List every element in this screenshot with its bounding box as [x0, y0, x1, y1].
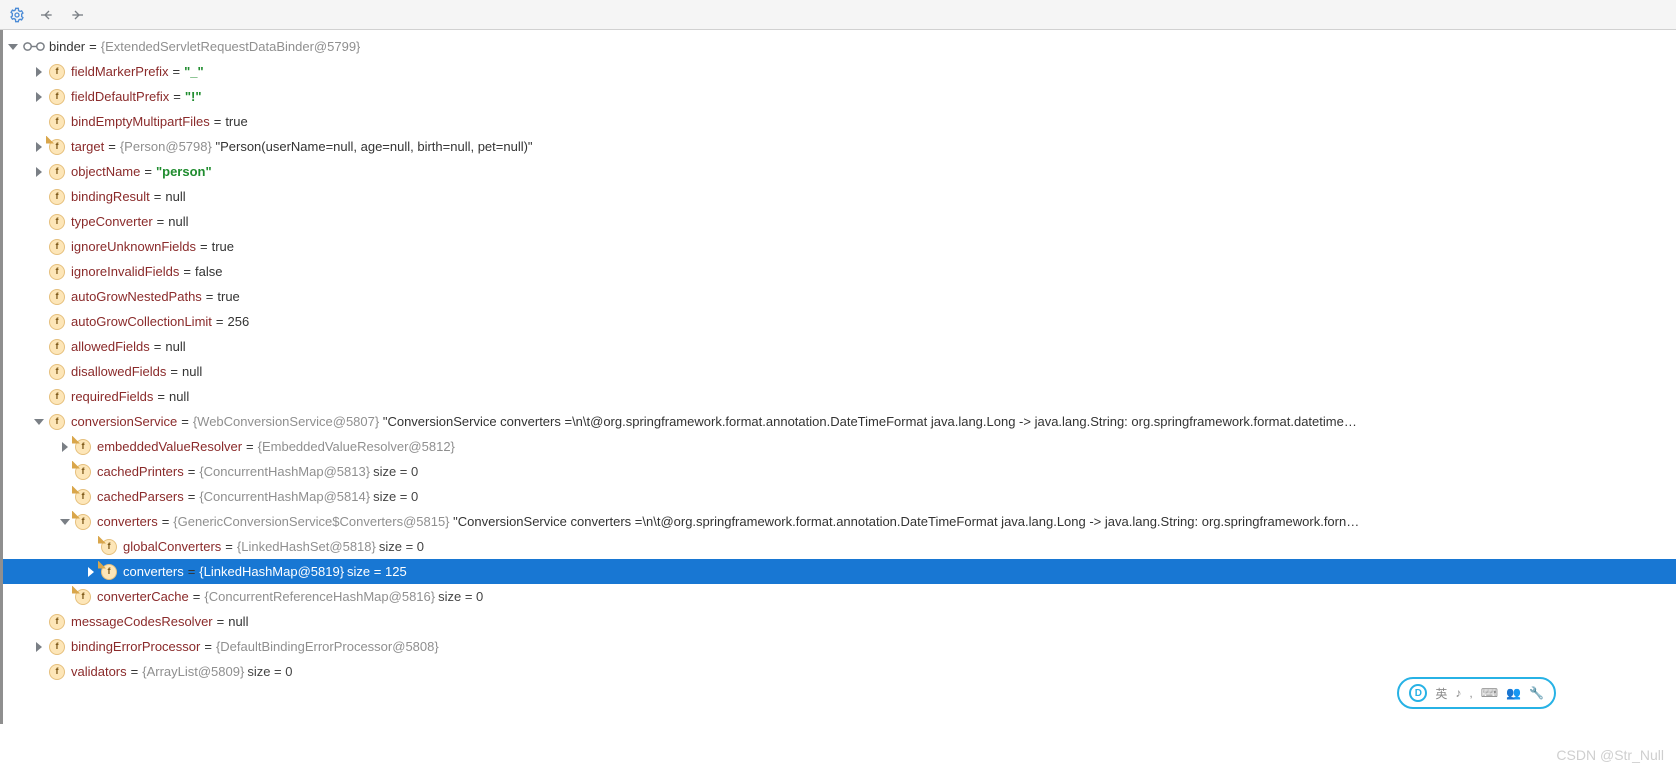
tree-node-conversionService[interactable]: f conversionService = {WebConversionServ… — [3, 409, 1676, 434]
field-icon: f — [49, 64, 65, 80]
field-icon: f — [49, 614, 65, 630]
debug-toolbar — [0, 0, 1676, 30]
field-icon: f — [49, 89, 65, 105]
watermark: CSDN @Str_Null — [1556, 747, 1664, 763]
tree-node-bindingResult[interactable]: f bindingResult = null — [3, 184, 1676, 209]
tree-node-converters-map[interactable]: f converters = {LinkedHashMap@5819} size… — [3, 559, 1676, 584]
tree-node-allowedFields[interactable]: f allowedFields = null — [3, 334, 1676, 359]
expand-arrow-icon[interactable] — [55, 519, 75, 525]
ime-item-keyboard-icon[interactable]: ⌨ — [1481, 686, 1498, 700]
field-icon: f — [101, 539, 117, 555]
field-icon: f — [49, 189, 65, 205]
variables-tree: binder = {ExtendedServletRequestDataBind… — [0, 30, 1676, 724]
expand-arrow-icon[interactable] — [29, 642, 49, 652]
field-icon: f — [49, 414, 65, 430]
field-icon: f — [49, 214, 65, 230]
tree-node-converters-outer[interactable]: f converters = {GenericConversionService… — [3, 509, 1676, 534]
tree-node-bindingErrorProcessor[interactable]: f bindingErrorProcessor = {DefaultBindin… — [3, 634, 1676, 659]
field-icon: f — [49, 364, 65, 380]
field-icon: f — [75, 439, 91, 455]
tree-node-converterCache[interactable]: f converterCache = {ConcurrentReferenceH… — [3, 584, 1676, 609]
tree-node-ignoreUnknownFields[interactable]: f ignoreUnknownFields = true — [3, 234, 1676, 259]
field-icon: f — [49, 114, 65, 130]
field-icon: f — [49, 314, 65, 330]
expand-arrow-icon[interactable] — [29, 167, 49, 177]
field-icon: f — [75, 464, 91, 480]
field-icon: f — [49, 664, 65, 680]
variable-type: {ExtendedServletRequestDataBinder@5799} — [101, 34, 361, 59]
tree-node-embeddedValueResolver[interactable]: f embeddedValueResolver = {EmbeddedValue… — [3, 434, 1676, 459]
tree-node-disallowedFields[interactable]: f disallowedFields = null — [3, 359, 1676, 384]
field-icon: f — [101, 564, 117, 580]
ime-item-punct[interactable]: , — [1469, 686, 1472, 700]
glasses-icon — [23, 39, 45, 55]
tree-node-globalConverters[interactable]: f globalConverters = {LinkedHashSet@5818… — [3, 534, 1676, 559]
field-icon: f — [49, 264, 65, 280]
field-icon: f — [49, 139, 65, 155]
expand-arrow-icon[interactable] — [29, 67, 49, 77]
tree-node-requiredFields[interactable]: f requiredFields = null — [3, 384, 1676, 409]
ime-lang[interactable]: 英 — [1435, 685, 1447, 702]
tree-node-autoGrowNestedPaths[interactable]: f autoGrowNestedPaths = true — [3, 284, 1676, 309]
field-icon: f — [49, 639, 65, 655]
back-arrow-icon[interactable] — [36, 4, 58, 26]
forward-arrow-icon[interactable] — [66, 4, 88, 26]
tree-node-fieldDefaultPrefix[interactable]: f fieldDefaultPrefix = "!" — [3, 84, 1676, 109]
field-icon: f — [75, 514, 91, 530]
ime-item-wrench-icon[interactable]: 🔧 — [1529, 686, 1544, 700]
ime-item-people-icon[interactable]: 👥 — [1506, 686, 1521, 700]
tree-node-cachedPrinters[interactable]: f cachedPrinters = {ConcurrentHashMap@58… — [3, 459, 1676, 484]
field-icon: f — [49, 339, 65, 355]
expand-arrow-icon[interactable] — [29, 92, 49, 102]
field-icon: f — [75, 489, 91, 505]
field-icon: f — [49, 239, 65, 255]
tree-node-ignoreInvalidFields[interactable]: f ignoreInvalidFields = false — [3, 259, 1676, 284]
ime-logo-icon: D — [1409, 684, 1427, 702]
field-icon: f — [49, 164, 65, 180]
tree-node-fieldMarkerPrefix[interactable]: f fieldMarkerPrefix = "_" — [3, 59, 1676, 84]
tree-node-target[interactable]: f target = {Person@5798} "Person(userNam… — [3, 134, 1676, 159]
tree-node-objectName[interactable]: f objectName = "person" — [3, 159, 1676, 184]
tree-node-binder[interactable]: binder = {ExtendedServletRequestDataBind… — [3, 34, 1676, 59]
expand-arrow-icon[interactable] — [29, 419, 49, 425]
tree-node-messageCodesResolver[interactable]: f messageCodesResolver = null — [3, 609, 1676, 634]
field-icon: f — [49, 389, 65, 405]
variable-name: binder — [49, 34, 85, 59]
tree-node-typeConverter[interactable]: f typeConverter = null — [3, 209, 1676, 234]
tree-node-cachedParsers[interactable]: f cachedParsers = {ConcurrentHashMap@581… — [3, 484, 1676, 509]
ime-toolbar[interactable]: D 英 ♪ , ⌨ 👥 🔧 — [1397, 677, 1556, 709]
field-icon: f — [49, 289, 65, 305]
field-icon: f — [75, 589, 91, 605]
ime-item-moon-icon[interactable]: ♪ — [1455, 686, 1461, 700]
expand-arrow-icon[interactable] — [3, 44, 23, 50]
settings-icon[interactable] — [6, 4, 28, 26]
tree-node-bindEmptyMultipartFiles[interactable]: f bindEmptyMultipartFiles = true — [3, 109, 1676, 134]
tree-node-autoGrowCollectionLimit[interactable]: f autoGrowCollectionLimit = 256 — [3, 309, 1676, 334]
